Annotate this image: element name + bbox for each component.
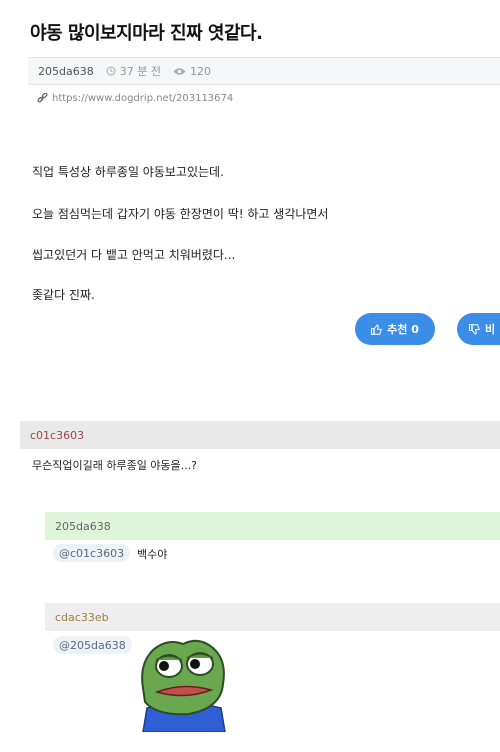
content-line-2: 오늘 점심먹는데 갑자기 야동 한장면이 딱! 하고 생각나면서 (32, 207, 329, 221)
reply-author[interactable]: 205da638 (55, 520, 111, 533)
post-time: 37 분 전 (106, 63, 161, 79)
downvote-label: 비 (485, 323, 496, 336)
post-author[interactable]: 205da638 (38, 65, 94, 78)
upvote-button[interactable]: 추천 0 (355, 313, 435, 345)
post-url[interactable]: https://www.dogdrip.net/203113674 (37, 93, 233, 104)
content-line-1: 직업 특성상 하루종일 야동보고있는데. (32, 165, 224, 179)
reply-author-header: cdac33eb (45, 603, 500, 631)
comment-text: 무슨직업이길래 하루종일 야동을...? (32, 459, 198, 472)
clock-icon (106, 66, 116, 76)
comment-author-header: c01c3603 (20, 421, 500, 449)
link-icon (37, 93, 48, 104)
content-line-4: 좆같다 진짜. (32, 288, 95, 302)
pepe-frog-sticker (137, 634, 229, 733)
reply-author[interactable]: cdac33eb (55, 611, 109, 624)
reply-author-header: 205da638 (45, 512, 500, 540)
post-url-text[interactable]: https://www.dogdrip.net/203113674 (52, 93, 233, 104)
post-title: 야동 많이보지마라 진짜 엿같다. (30, 23, 263, 44)
post-meta-bar: 205da638 37 분 전 120 (28, 57, 500, 85)
thumbs-down-icon (469, 323, 480, 335)
mention-tag[interactable]: @c01c3603 (53, 544, 131, 562)
post-time-text: 37 분 전 (119, 65, 161, 78)
thumbs-up-icon (371, 324, 383, 335)
content-line-3: 씹고있던거 다 뱉고 안먹고 치워버렸다... (32, 248, 236, 262)
eye-icon (173, 67, 186, 76)
post-views: 120 (173, 65, 211, 78)
post-views-count: 120 (189, 64, 211, 78)
mention-tag[interactable]: @205da638 (53, 636, 132, 654)
post-page: 야동 많이보지마라 진짜 엿같다. 205da638 37 분 전 120 ht… (0, 0, 500, 752)
upvote-label: 추천 0 (387, 323, 419, 336)
reply-text: 백수야 (137, 548, 168, 561)
comment-author[interactable]: c01c3603 (30, 429, 84, 442)
downvote-button[interactable]: 비 (457, 313, 500, 345)
